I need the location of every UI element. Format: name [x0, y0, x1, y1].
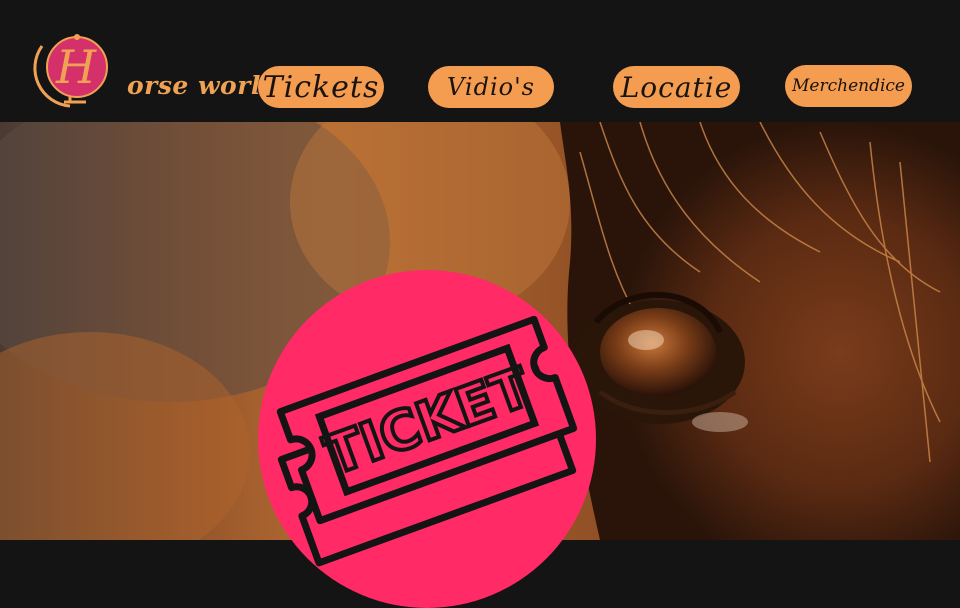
- nav-locatie-button[interactable]: Locatie: [613, 66, 740, 108]
- logo-monogram: H: [56, 40, 97, 94]
- site-logo[interactable]: H orse world: [30, 28, 278, 108]
- nav-tickets-button[interactable]: Tickets: [258, 66, 384, 108]
- nav-videos-button[interactable]: Vidio's: [428, 66, 554, 108]
- nav-merchandise-button[interactable]: Merchendice: [785, 65, 912, 107]
- ticket-badge[interactable]: TICKET: [258, 270, 596, 608]
- logo-text: orse world: [127, 71, 279, 100]
- ticket-icon: TICKET: [276, 315, 578, 567]
- top-header: H orse world Tickets Vidio's Locatie Mer…: [0, 0, 960, 122]
